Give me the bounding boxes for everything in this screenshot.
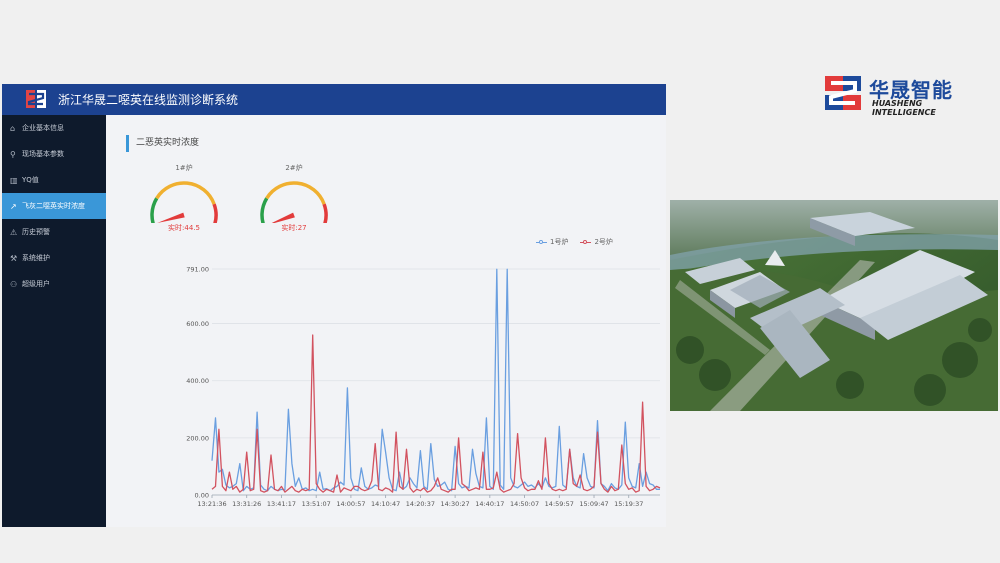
series-line-1 <box>211 268 660 492</box>
line-chart-icon: ↗ <box>10 201 17 211</box>
gauge-1-reading: 实时:44.5 <box>168 224 200 232</box>
legend-series-1[interactable]: 1号炉 <box>536 237 568 247</box>
gauge-needle <box>271 212 295 223</box>
gauge-furnace-1: 1#炉 实时:44.5 <box>144 163 224 233</box>
top-bar: 浙江华晟二噁英在线监测诊断系统 <box>2 84 666 115</box>
x-tick-label: 13:21:36 <box>197 500 226 508</box>
sidebar-item-label: 历史预警 <box>22 228 50 236</box>
x-tick-label: 14:40:17 <box>475 500 504 508</box>
x-tick-label: 13:51:07 <box>302 500 331 508</box>
app-title: 浙江华晟二噁英在线监测诊断系统 <box>58 93 239 107</box>
dashboard-window: 浙江华晟二噁英在线监测诊断系统 ⌂ 企业基本信息 ⚲ 现场基本参数 ▥ YQ值 ↗ 飞灰二噁英… <box>2 84 666 527</box>
gauge-arc-segment <box>212 203 218 223</box>
y-tick-label: 200.00 <box>186 434 209 442</box>
series-line-2 <box>211 334 661 493</box>
gauge-arc-segment <box>265 181 326 205</box>
sidebar-item-label: 企业基本信息 <box>22 124 64 132</box>
huasheng-logo-icon <box>825 76 861 110</box>
sidebar-item-6[interactable]: ⚇ 超级用户 <box>2 271 106 297</box>
plant-aerial-photo <box>670 200 998 411</box>
gauge-1-name: 1#炉 <box>175 164 193 172</box>
gauge-needle <box>157 212 185 223</box>
legend-series-2-label: 2号炉 <box>594 238 613 246</box>
wrench-icon: ⚒ <box>10 253 18 263</box>
gauge-arc-segment <box>150 197 159 223</box>
sidebar-item-2[interactable]: ▥ YQ值 <box>2 167 106 193</box>
chart-legend[interactable]: 1号炉 2号炉 <box>536 237 613 247</box>
sidebar-item-label: YQ值 <box>22 176 39 184</box>
bar-chart-icon: ▥ <box>10 175 18 185</box>
y-tick-label: 791.00 <box>186 266 209 274</box>
x-tick-label: 14:59:57 <box>545 500 574 508</box>
warning-icon: ⚠ <box>10 227 18 237</box>
sidebar-item-label: 超级用户 <box>22 280 50 288</box>
brand-subtitle: HUASHENG INTELLIGENCE <box>872 99 936 117</box>
legend-series-2[interactable]: 2号炉 <box>580 237 613 247</box>
x-tick-label: 13:31:26 <box>232 500 261 508</box>
legend-series-1-label: 1号炉 <box>550 238 569 246</box>
main-panel: 二恶英实时浓度 1#炉 实时:44.5 2#炉 实时:27 1号炉 2号炉 0.… <box>106 115 666 527</box>
sidebar-item-label: 飞灰二噁英实时浓度 <box>22 202 85 210</box>
sidebar-item-5[interactable]: ⚒ 系统维护 <box>2 245 106 271</box>
sidebar-item-label: 现场基本参数 <box>22 150 64 158</box>
gauge-2-dial <box>260 181 328 223</box>
sidebar-item-1[interactable]: ⚲ 现场基本参数 <box>2 141 106 167</box>
x-tick-label: 15:09:47 <box>579 500 608 508</box>
system-logo-icon <box>26 90 46 108</box>
gauge-1-dial <box>150 181 218 223</box>
x-tick-label: 14:50:07 <box>510 500 539 508</box>
user-icon: ⚇ <box>10 279 18 289</box>
brand-logo: 华晟智能 HUASHENG INTELLIGENCE <box>823 74 983 117</box>
gauge-arc-segment <box>260 197 269 223</box>
sidebar-nav: ⌂ 企业基本信息 ⚲ 现场基本参数 ▥ YQ值 ↗ 飞灰二噁英实时浓度 ⚠ 历史预警 ⚒ 系统维护 ⚇ 超… <box>2 115 106 297</box>
section-title: 二恶英实时浓度 <box>126 135 199 152</box>
legend-series-2-marker <box>580 239 592 246</box>
link-icon: ⚲ <box>10 149 16 159</box>
gauge-arc-segment <box>155 181 216 205</box>
y-tick-label: 0.00 <box>195 492 209 500</box>
home-icon: ⌂ <box>10 123 16 133</box>
legend-series-1-marker <box>536 239 547 246</box>
x-tick-label: 14:00:57 <box>336 500 365 508</box>
gauge-furnace-2: 2#炉 实时:27 <box>254 163 334 233</box>
y-tick-label: 600.00 <box>186 320 209 328</box>
sidebar-item-0[interactable]: ⌂ 企业基本信息 <box>2 115 106 141</box>
y-tick-label: 400.00 <box>186 377 209 385</box>
x-tick-label: 13:41:17 <box>267 500 296 508</box>
concentration-line-chart: 0.00 200.00 400.00 600.00 791.00 13:21:36 13:3… <box>186 266 661 508</box>
x-tick-label: 14:20:37 <box>406 500 435 508</box>
x-tick-label: 15:19:37 <box>614 500 643 508</box>
sidebar-item-label: 系统维护 <box>22 254 50 262</box>
sidebar-item-4[interactable]: ⚠ 历史预警 <box>2 219 106 245</box>
gauge-2-name: 2#炉 <box>285 164 303 172</box>
x-tick-label: 14:10:47 <box>371 500 400 508</box>
sidebar: ⌂ 企业基本信息 ⚲ 现场基本参数 ▥ YQ值 ↗ 飞灰二噁英实时浓度 ⚠ 历史预警 ⚒ 系统维护 ⚇ 超… <box>2 115 106 527</box>
x-tick-label: 14:30:27 <box>440 500 469 508</box>
gauge-arc-segment <box>322 203 328 223</box>
sidebar-item-3[interactable]: ↗ 飞灰二噁英实时浓度 <box>2 193 106 219</box>
gauge-2-reading: 实时:27 <box>281 224 307 232</box>
